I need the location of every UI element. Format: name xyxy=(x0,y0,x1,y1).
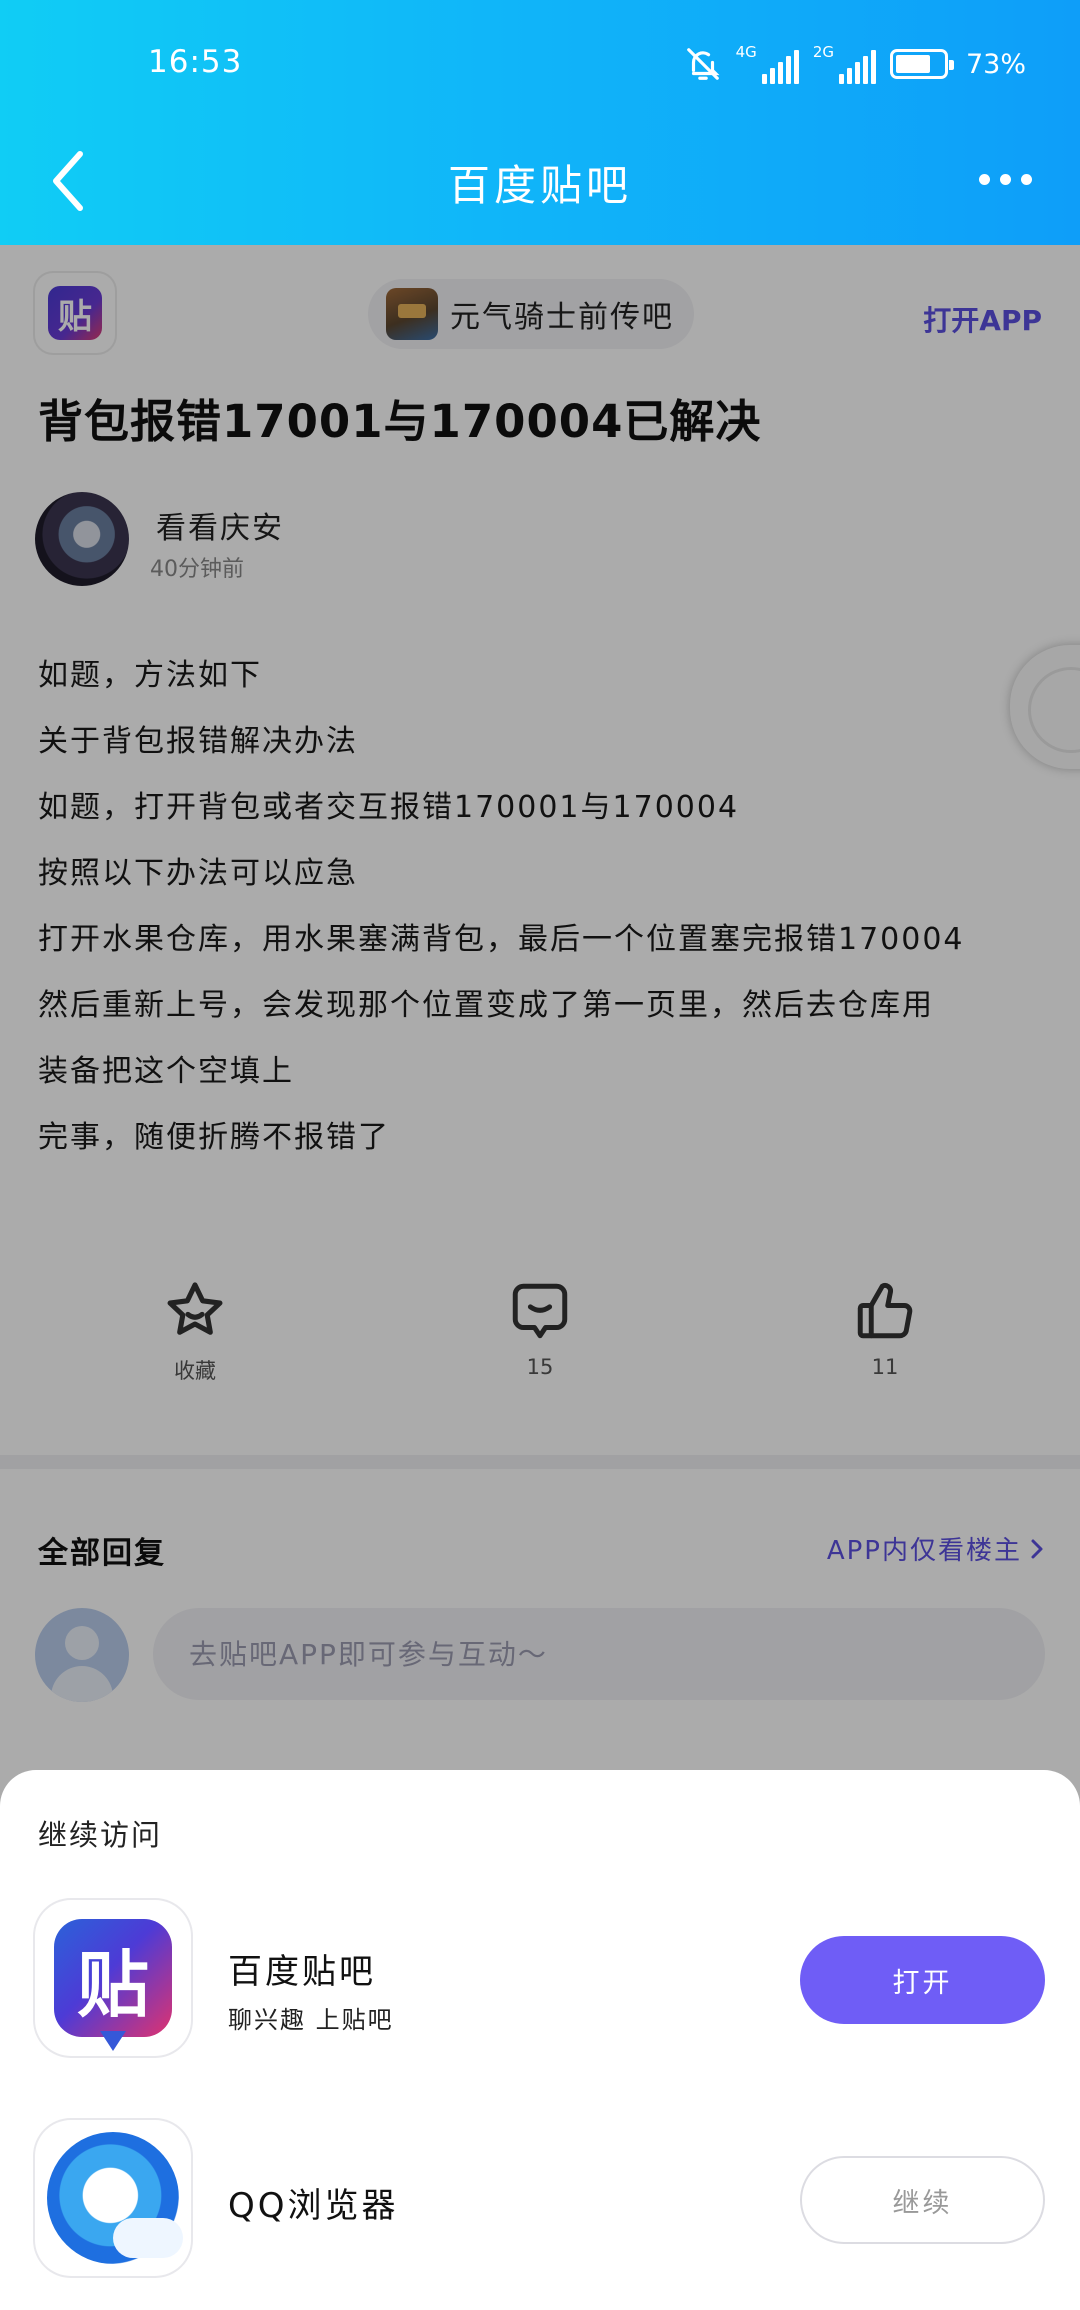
signal-bars-icon xyxy=(838,50,876,84)
mute-bell-icon xyxy=(686,48,720,80)
title-bar: 百度贴吧 xyxy=(0,128,1080,245)
network-signal-1: 4G xyxy=(736,44,799,84)
network-type-2: 2G xyxy=(812,43,834,61)
status-bar: 16:53 4G 2G 73% xyxy=(0,0,1080,128)
app-description: 聊兴趣 上贴吧 xyxy=(228,2006,394,2034)
tieba-app-icon: 贴 xyxy=(35,1900,191,2056)
app-name: QQ浏览器 xyxy=(228,2186,399,2226)
more-button[interactable] xyxy=(970,154,1040,204)
app-option-qq-browser: QQ浏览器 继续 xyxy=(0,2120,1080,2280)
sheet-title: 继续访问 xyxy=(38,1818,163,1852)
battery-percent: 73% xyxy=(965,48,1026,80)
battery-icon xyxy=(889,49,954,79)
open-tieba-button[interactable]: 打开 xyxy=(800,1936,1045,2024)
status-icons: 4G 2G 73% xyxy=(684,38,1026,90)
app-header: 16:53 4G 2G 73% 百度贴吧 xyxy=(0,0,1080,245)
status-time: 16:53 xyxy=(148,44,243,80)
network-signal-2: 2G xyxy=(813,44,876,84)
battery-fill xyxy=(895,55,930,73)
continue-browser-button[interactable]: 继续 xyxy=(800,2156,1045,2244)
app-name: 百度贴吧 xyxy=(228,1952,376,1992)
tieba-icon-glyph: 贴 xyxy=(76,1942,149,2027)
signal-bars-icon xyxy=(761,50,799,84)
network-type-1: 4G xyxy=(735,43,757,61)
more-dots-icon xyxy=(978,173,990,185)
app-option-tieba: 贴 百度贴吧 聊兴趣 上贴吧 打开 xyxy=(0,1900,1080,2060)
continue-visit-sheet: 继续访问 贴 百度贴吧 聊兴趣 上贴吧 打开 QQ浏览器 继续 xyxy=(0,1770,1080,2310)
page-title: 百度贴吧 xyxy=(447,161,632,210)
qq-browser-icon xyxy=(35,2120,191,2276)
